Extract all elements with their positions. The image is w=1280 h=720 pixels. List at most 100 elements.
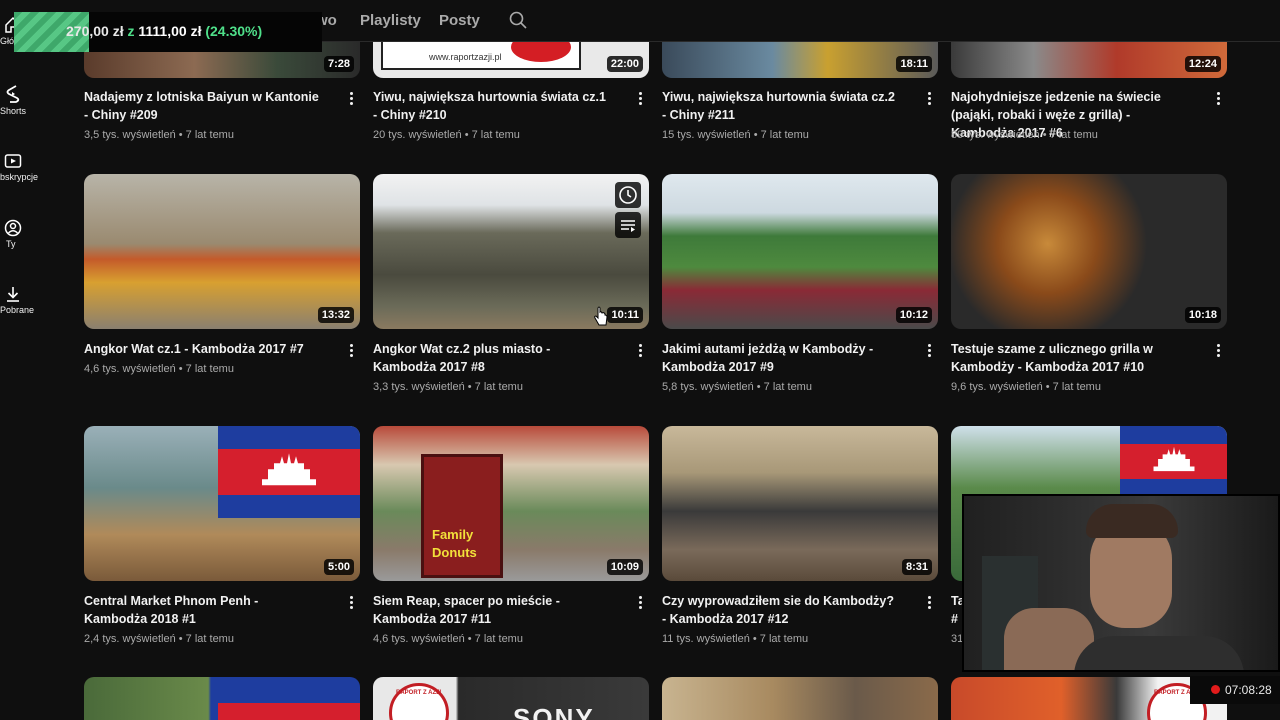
video-card[interactable] [662,677,938,720]
video-duration: 8:31 [901,559,932,575]
more-options-icon[interactable] [924,91,934,107]
video-title[interactable]: Czy wyprowadziłem sie do Kambodży? - Kam… [662,592,898,628]
video-meta: 4,6 tys. wyświetleń • 7 lat temu [373,633,523,645]
video-duration: 12:24 [1184,56,1221,72]
video-meta: 3,5 tys. wyświetleń • 7 lat temu [84,129,234,141]
video-meta: 5,8 tys. wyświetleń • 7 lat temu [662,381,812,393]
video-title[interactable]: Central Market Phnom Penh - Kambodża 201… [84,592,320,628]
video-card[interactable]: 13:32 Angkor Wat cz.1 - Kambodża 2017 #7… [84,174,360,375]
cursor-hand-icon [594,306,608,326]
sidebar-item-label: Shorts [0,106,27,116]
shorts-icon [0,84,44,104]
more-options-icon[interactable] [635,91,645,107]
search-icon[interactable] [509,11,527,29]
video-title[interactable]: Yiwu, największa hurtownia świata cz.2 -… [662,88,898,124]
sidebar-item-you[interactable]: Ty [0,219,44,249]
video-thumbnail[interactable] [662,677,938,720]
video-thumbnail[interactable]: 10:12 [662,174,938,329]
video-thumbnail[interactable]: 13:32 [84,174,360,329]
video-title[interactable]: Angkor Wat cz.1 - Kambodża 2017 #7 [84,340,320,358]
more-options-icon[interactable] [346,343,356,359]
video-title[interactable]: Testuje szame z ulicznego grilla w Kambo… [951,340,1187,376]
watch-later-icon[interactable] [615,182,641,208]
video-card[interactable]: RAPORT Z AZJI [951,677,1227,720]
sidebar-item-label: Ty [6,239,16,249]
video-card[interactable]: 18:11 Yiwu, największa hurtownia świata … [662,42,938,141]
more-options-icon[interactable] [924,595,934,611]
video-card[interactable]: 8:31 Czy wyprowadziłem sie do Kambodży? … [662,426,938,645]
add-to-queue-icon[interactable] [615,212,641,238]
video-title[interactable]: Angkor Wat cz.2 plus miasto - Kambodża 2… [373,340,609,376]
video-card[interactable]: RAPORT Z AZJI SONY [373,677,649,720]
progress-current: 270,00 zł [66,23,124,39]
video-title[interactable]: Siem Reap, spacer po mieście - Kambodża … [373,592,609,628]
logo-text: RAPORT Z AZJI [396,690,442,696]
cambodia-flag [218,426,360,518]
video-thumbnail[interactable]: RAPORT Z AZJI [951,677,1227,720]
thumbnail-sign: www.raportzazji.pl [381,42,581,70]
more-options-icon[interactable] [924,343,934,359]
video-duration: 10:09 [606,559,643,575]
video-thumbnail[interactable]: 8:31 [662,426,938,581]
user-icon [0,219,44,237]
video-card[interactable]: 10:12 Jakimi autami jeżdżą w Kambodży - … [662,174,938,393]
video-thumbnail[interactable] [84,677,360,720]
sidebar-item-label: bskrypcje [0,172,39,182]
tab-posty[interactable]: Posty [439,12,480,29]
more-options-icon[interactable] [1213,343,1223,359]
video-title[interactable]: Jakimi autami jeżdżą w Kambodży - Kambod… [662,340,898,376]
video-duration: 22:00 [606,56,643,72]
donation-progress-bar: 270,00 zł z 1111,00 zł (24.30%) [14,12,322,52]
video-card[interactable]: 12:24 Najohydniejsze jedzenie na świecie… [951,42,1227,141]
progress-percent: (24.30%) [205,23,263,39]
download-icon [0,285,44,303]
video-card[interactable]: www.raportzazji.pl 22:00 Yiwu, największ… [373,42,649,141]
more-options-icon[interactable] [1213,91,1223,107]
video-duration: 10:12 [895,307,932,323]
cambodia-flag [1120,426,1227,496]
recording-time: 07:08:28 [1225,683,1272,697]
progress-total: 1111,00 zł [138,23,202,39]
video-duration: 10:18 [1184,307,1221,323]
video-meta: 4,6 tys. wyświetleń • 7 lat temu [84,363,234,375]
donut-stall: Family Donuts [421,454,503,578]
video-thumbnail[interactable]: RAPORT Z AZJI SONY [373,677,649,720]
video-meta: 9,6 tys. wyświetleń • 7 lat temu [951,381,1101,393]
sign-text: www.raportzazji.pl [429,52,502,62]
thumbnail-sign: SONY [513,703,595,720]
sidebar-item-shorts[interactable]: Shorts [0,84,44,116]
video-meta: 15 tys. wyświetleń • 7 lat temu [662,129,809,141]
video-card[interactable]: 10:11 Angkor Wat cz.2 plus miasto - Kamb… [373,174,649,393]
stall-sign-line1: Family [432,527,474,542]
tab-playlisty[interactable]: Playlisty [360,12,421,29]
sidebar-item-downloads[interactable]: Pobrane [0,285,44,315]
more-options-icon[interactable] [635,343,645,359]
progress-label: 270,00 zł z 1111,00 zł (24.30%) [66,23,262,39]
more-options-icon[interactable] [346,595,356,611]
more-options-icon[interactable] [346,91,356,107]
progress-separator: z [127,23,135,39]
video-card[interactable]: Family Donuts 10:09 Siem Reap, spacer po… [373,426,649,645]
video-meta: 11 tys. wyświetleń • 7 lat temu [662,633,809,645]
video-card[interactable]: 5:00 Central Market Phnom Penh - Kambodż… [84,426,360,645]
video-card[interactable] [84,677,360,720]
video-title[interactable]: Yiwu, największa hurtownia świata cz.1 -… [373,88,609,124]
video-thumbnail[interactable]: 10:18 [951,174,1227,329]
sidebar-item-label: Pobrane [0,305,35,315]
channel-logo: RAPORT Z AZJI [389,683,449,720]
video-duration: 13:32 [317,307,354,323]
subscriptions-icon [0,152,44,170]
video-thumbnail[interactable]: 5:00 [84,426,360,581]
video-thumbnail[interactable]: 12:24 [951,42,1227,78]
streamer-cap [1086,504,1178,538]
more-options-icon[interactable] [635,595,645,611]
video-thumbnail[interactable]: www.raportzazji.pl 22:00 [373,42,649,78]
video-title-line2: # [951,612,958,626]
video-card[interactable]: 10:18 Testuje szame z ulicznego grilla w… [951,174,1227,393]
recording-indicator: 07:08:28 [1190,676,1280,704]
video-thumbnail[interactable]: Family Donuts 10:09 [373,426,649,581]
video-thumbnail[interactable]: 18:11 [662,42,938,78]
record-dot-icon [1211,685,1220,694]
sidebar-item-subscriptions[interactable]: bskrypcje [0,152,44,182]
video-title[interactable]: Nadajemy z lotniska Baiyun w Kantonie - … [84,88,320,124]
